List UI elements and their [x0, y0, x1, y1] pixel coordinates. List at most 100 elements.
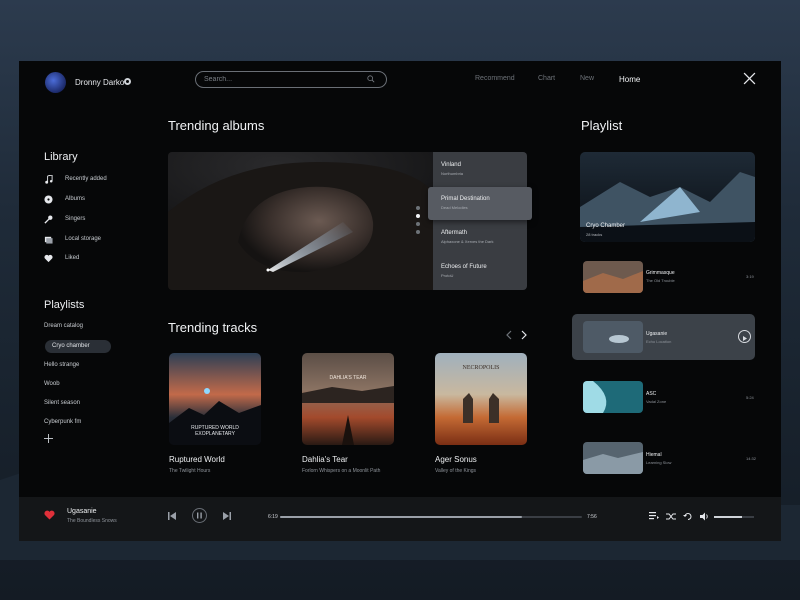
- playlist-item-active[interactable]: Cryo chamber: [45, 340, 111, 353]
- nav-home[interactable]: Home: [619, 75, 640, 84]
- sidebar-item-label: Liked: [65, 255, 80, 261]
- chevron-left-icon[interactable]: [505, 330, 513, 340]
- playlist-track-artist: Echo Location: [646, 339, 672, 344]
- chevron-right-icon[interactable]: [520, 330, 528, 340]
- playlist-track-thumb[interactable]: [583, 321, 643, 353]
- playlist-track-artist: The Old Trouble: [646, 278, 675, 283]
- music-note-icon: [45, 174, 53, 184]
- playlist-track-artist: Vadal Zone: [646, 399, 667, 404]
- album-artist: Dead Melodies: [441, 205, 468, 210]
- track-cover[interactable]: RUPTURED WORLD EXOPLANETARY: [169, 353, 261, 445]
- album-title[interactable]: Echoes of Future: [441, 264, 487, 270]
- carousel-dot[interactable]: [416, 206, 420, 210]
- now-playing-title: Ugasanie: [67, 508, 97, 515]
- playlist-track-title[interactable]: Ugasanie: [646, 331, 667, 337]
- nav-chart[interactable]: Chart: [538, 75, 555, 82]
- playlist-featured-title: Cryo Chamber: [586, 223, 626, 229]
- track-cover[interactable]: NECROPOLIS: [435, 353, 527, 445]
- album-icon: [44, 194, 53, 204]
- playlist-track-duration: 5:24: [746, 395, 754, 400]
- nav-new[interactable]: New: [580, 75, 594, 82]
- shuffle-icon[interactable]: [666, 512, 676, 521]
- playlist-item[interactable]: Dream catalog: [44, 323, 83, 329]
- sidebar-item-label: Local storage: [65, 236, 102, 242]
- close-icon[interactable]: [743, 72, 756, 85]
- playlist-track-title[interactable]: Grimmasque: [646, 270, 675, 276]
- album-artist: ProtoU: [441, 273, 454, 278]
- avatar[interactable]: [45, 72, 66, 93]
- sidebar-item-label: Albums: [65, 196, 86, 202]
- progress-fill: [280, 516, 522, 518]
- nav-recommend[interactable]: Recommend: [475, 75, 515, 82]
- playlists-title: Playlists: [44, 299, 85, 311]
- next-icon[interactable]: [223, 512, 231, 520]
- previous-icon[interactable]: [168, 512, 176, 520]
- progress-bar[interactable]: [280, 516, 582, 518]
- playlist-track-thumb[interactable]: [583, 261, 643, 293]
- pause-icon: [197, 512, 202, 519]
- queue-icon[interactable]: [649, 512, 659, 521]
- carousel-dot[interactable]: [416, 230, 420, 234]
- like-heart-icon[interactable]: [44, 510, 55, 520]
- trending-albums-title: Trending albums: [168, 118, 265, 133]
- music-app-window: Dronny Darko Recommend Chart New Home Li…: [19, 61, 781, 541]
- total-time: 7:56: [587, 514, 597, 520]
- track-title[interactable]: Dahlia's Tear: [302, 455, 348, 464]
- now-playing-artist: The Boundless Snows: [67, 518, 117, 524]
- playlist-item[interactable]: Hello strange: [44, 362, 79, 368]
- cover-subtitle: EXOPLANETARY: [195, 431, 235, 437]
- sidebar-item-liked[interactable]: Liked: [44, 252, 79, 264]
- playlist-item[interactable]: Woob: [44, 381, 60, 387]
- playlist-panel-title: Playlist: [581, 118, 623, 133]
- sidebar-item-recently-added[interactable]: Recently added: [44, 173, 107, 185]
- play-icon: [743, 336, 747, 341]
- sidebar-item-singers[interactable]: Singers: [44, 213, 85, 225]
- trending-tracks-title: Trending tracks: [168, 320, 258, 335]
- library-title: Library: [44, 151, 78, 163]
- playlist-track-title[interactable]: ASC: [646, 391, 656, 397]
- sidebar-item-label: Recently added: [65, 176, 107, 182]
- playlist-item[interactable]: Cyberpunk fm: [44, 419, 81, 425]
- add-playlist-icon[interactable]: [44, 434, 53, 443]
- carousel-dot-active[interactable]: [416, 214, 420, 218]
- playlist-track-thumb[interactable]: [583, 381, 643, 413]
- playlist-track-duration: 14:32: [746, 456, 757, 461]
- album-artist: Alphaxone & Xerxes the Dark: [441, 239, 494, 244]
- player-bar: Ugasanie The Boundless Snows 6:19 7:56: [19, 497, 781, 541]
- sidebar-item-local-storage[interactable]: Local storage: [44, 233, 101, 245]
- search-input[interactable]: [195, 71, 387, 88]
- track-cover[interactable]: DAHLIA'S TEAR: [302, 353, 394, 445]
- play-track-button[interactable]: [738, 330, 751, 343]
- track-title[interactable]: Ruptured World: [169, 455, 225, 464]
- profile-settings-icon[interactable]: [124, 78, 131, 85]
- track-artist: Forlorn Whispers on a Moonlit Path: [302, 468, 381, 474]
- volume-fill: [714, 516, 742, 518]
- volume-slider[interactable]: [714, 516, 754, 518]
- album-title[interactable]: Aftermath: [441, 230, 467, 236]
- album-artist: Northumbria: [441, 171, 464, 176]
- track-artist: The Twilight Hours: [169, 468, 211, 474]
- repeat-icon[interactable]: [683, 512, 693, 521]
- heart-icon: [44, 254, 53, 262]
- album-title[interactable]: Vinland: [441, 162, 461, 168]
- cover-title: NECROPOLIS: [462, 365, 499, 371]
- album-title[interactable]: Primal Destination: [441, 196, 490, 202]
- carousel-dot[interactable]: [416, 222, 420, 226]
- sidebar-item-albums[interactable]: Albums: [44, 193, 85, 205]
- playlist-track-artist: Learning Slow: [646, 460, 672, 465]
- playlist-track-thumb[interactable]: [583, 442, 643, 474]
- cover-title: DAHLIA'S TEAR: [330, 375, 367, 381]
- playlist-track-title[interactable]: Hiemal: [646, 452, 662, 458]
- playlist-track-duration: 3:19: [746, 274, 754, 279]
- pause-button[interactable]: [192, 508, 207, 523]
- folder-icon: [44, 236, 53, 244]
- search-icon[interactable]: [367, 75, 375, 83]
- playlist-item[interactable]: Silent season: [44, 400, 80, 406]
- elapsed-time: 6:19: [268, 514, 278, 520]
- volume-icon[interactable]: [700, 512, 710, 521]
- username[interactable]: Dronny Darko: [75, 78, 124, 87]
- track-title[interactable]: Ager Sonus: [435, 455, 477, 464]
- microphone-icon: [44, 215, 53, 224]
- track-artist: Valley of the Kings: [435, 468, 477, 474]
- playlist-featured-count: 28 tracks: [586, 232, 603, 237]
